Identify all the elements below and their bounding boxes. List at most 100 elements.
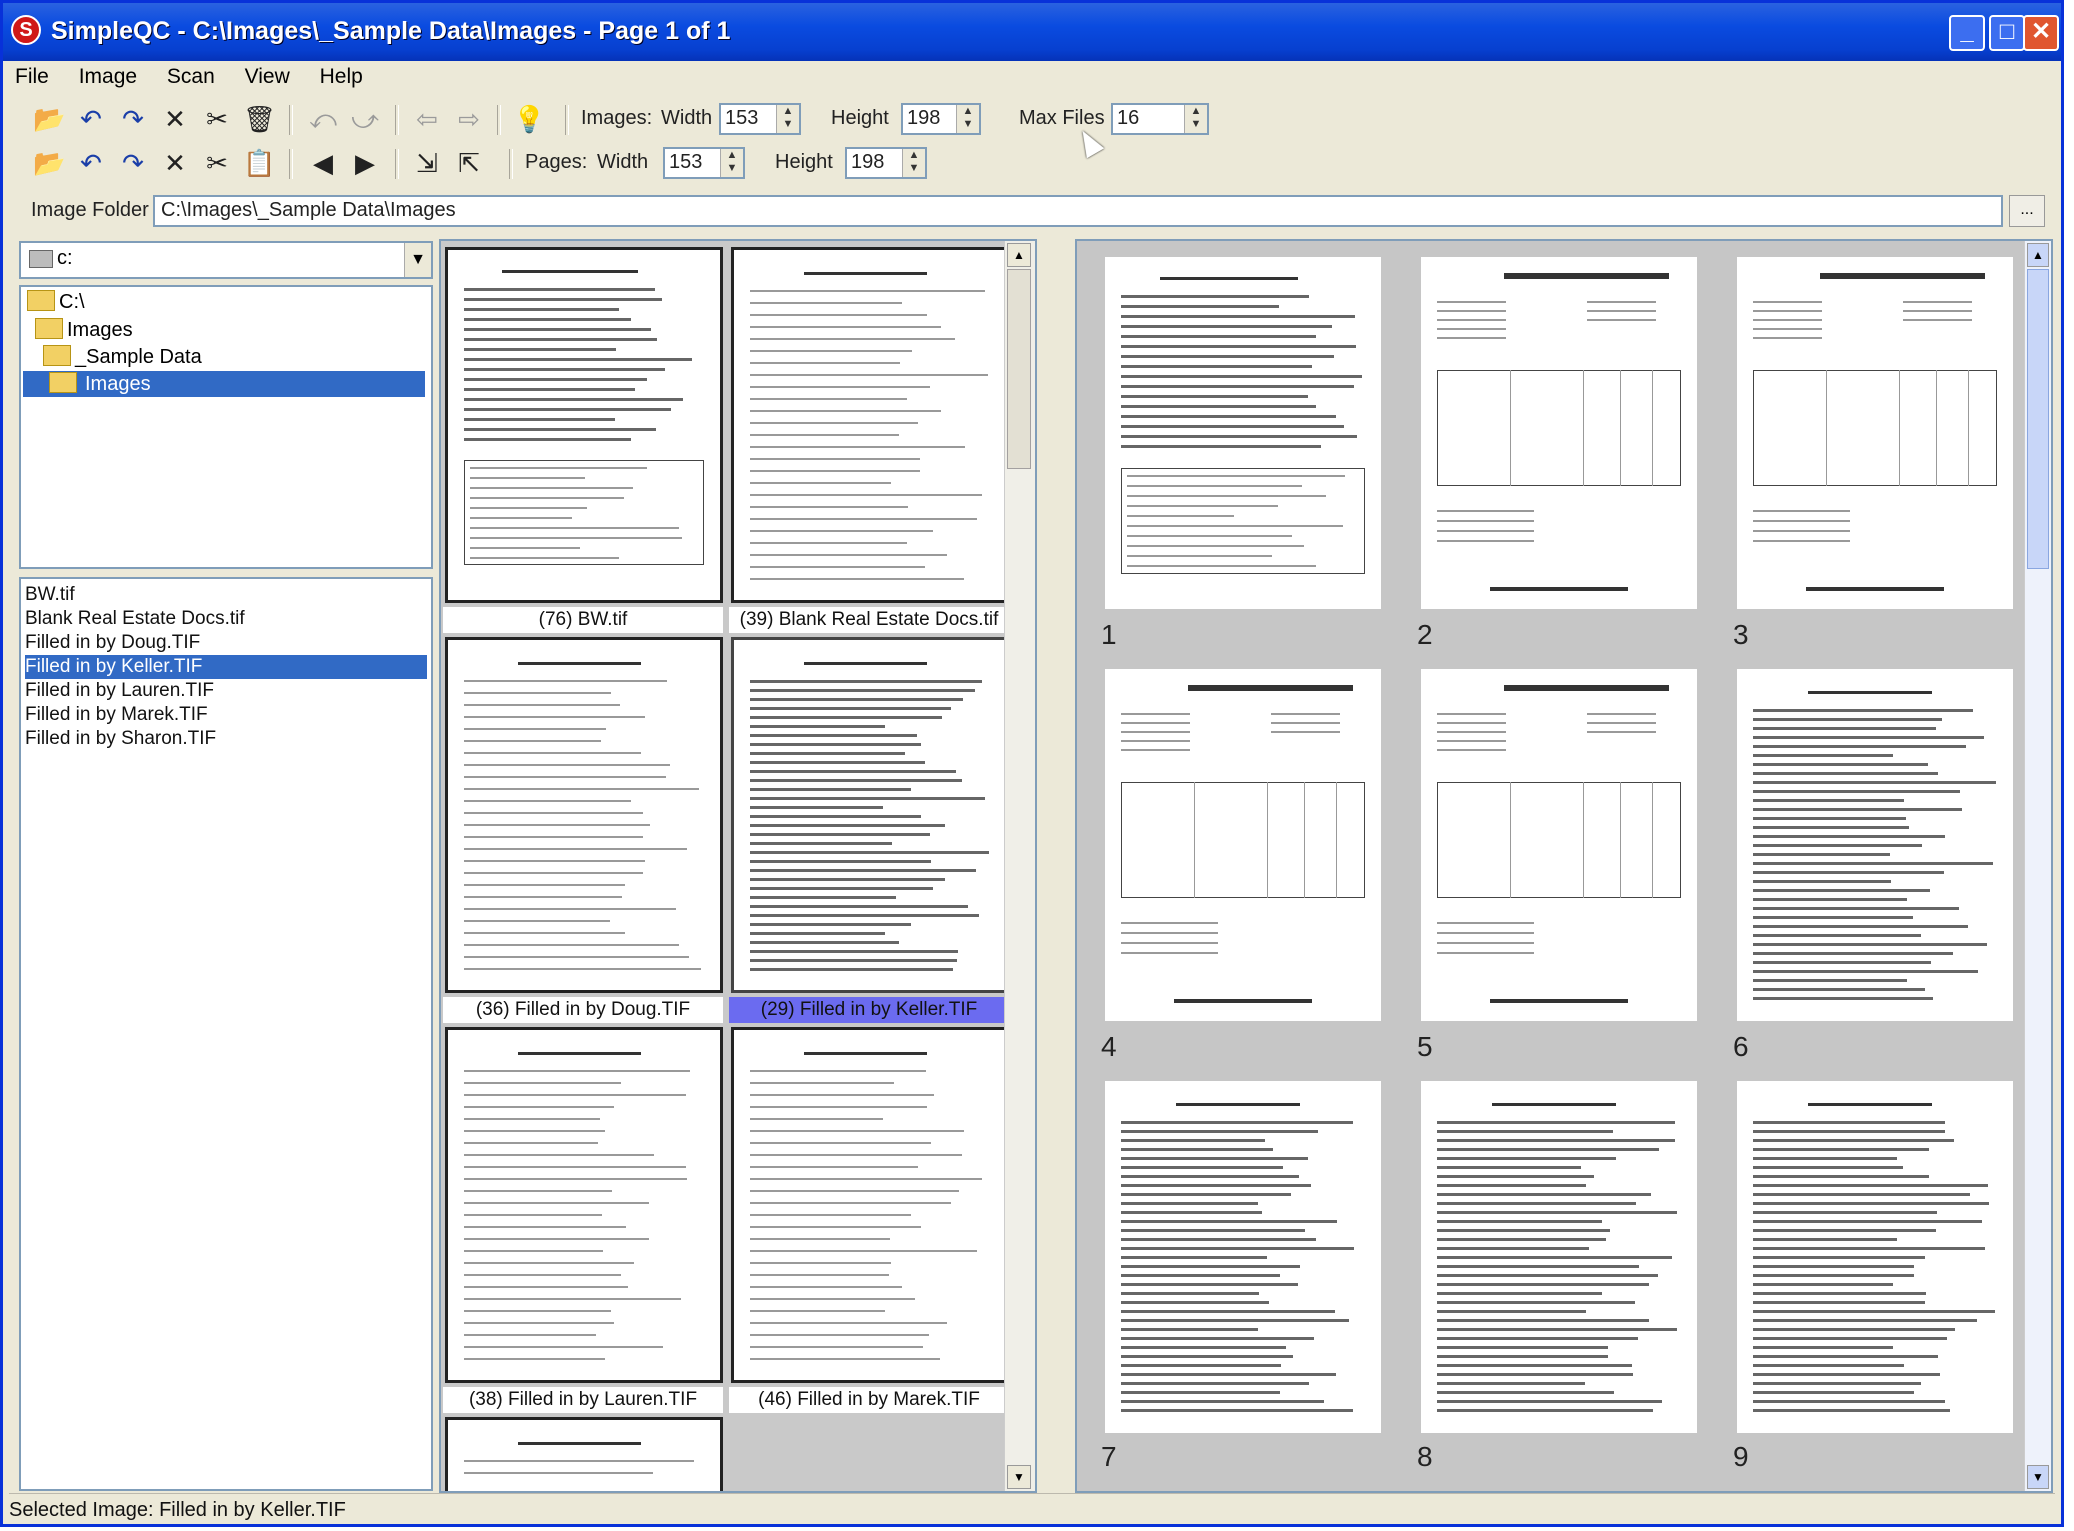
image-folder-input[interactable]: C:\Images\_Sample Data\Images <box>153 195 2003 227</box>
image-thumbnail[interactable] <box>731 247 1009 603</box>
doc-text-line <box>464 1166 686 1168</box>
maximize-button[interactable]: □ <box>1989 15 2025 51</box>
delete-page-icon[interactable]: ✕ <box>159 147 191 179</box>
file-item-selected[interactable]: Filled in by Keller.TIF <box>25 655 427 679</box>
doc-text-line <box>1121 1238 1316 1241</box>
doc-text-line <box>750 1262 891 1264</box>
images-width-spinner[interactable]: 153 ▲ ▼ <box>719 103 801 135</box>
page-thumbnail[interactable] <box>1421 669 1697 1021</box>
cut-icon[interactable]: ✂ <box>201 103 233 135</box>
trash-icon[interactable]: 🗑 <box>243 103 276 135</box>
page-thumbnail[interactable] <box>1737 1081 2013 1433</box>
scroll-up-icon[interactable]: ▲ <box>1007 243 1031 267</box>
spinner-arrows-icon[interactable]: ▲ ▼ <box>720 149 743 177</box>
title-bar[interactable]: S SimpleQC - C:\Images\_Sample Data\Imag… <box>3 3 2061 61</box>
scrollbar-thumb[interactable] <box>2027 269 2049 569</box>
open-pages-icon[interactable]: 📂 <box>33 147 65 179</box>
image-thumbnail[interactable] <box>731 1027 1009 1383</box>
menu-help[interactable]: Help <box>308 61 375 97</box>
forward-arrow-icon[interactable]: ⇨ <box>453 103 485 135</box>
doc-table-column <box>1936 369 1937 486</box>
move-left-icon[interactable]: ◀ <box>307 147 339 179</box>
delete-icon[interactable]: ✕ <box>159 103 191 135</box>
doc-text-line <box>750 707 952 710</box>
page-number: 3 <box>1733 619 1749 650</box>
image-thumbnail[interactable] <box>445 637 723 993</box>
menu-view[interactable]: View <box>233 61 302 97</box>
thumbnail-scrollbar[interactable]: ▲ ▼ <box>1004 241 1035 1491</box>
redo-page-icon[interactable]: ↷ <box>117 147 149 179</box>
pages-width-spinner[interactable]: 153 ▲ ▼ <box>663 147 745 179</box>
doc-text-line <box>464 318 632 321</box>
chevron-down-icon[interactable]: ▼ <box>404 243 431 277</box>
page-thumbnail[interactable] <box>1421 1081 1697 1433</box>
undo-icon[interactable]: ↶ <box>75 103 107 135</box>
tree-item-images-selected[interactable]: Images <box>23 371 425 397</box>
doc-text-line <box>1753 952 1953 955</box>
page-thumbnail[interactable] <box>1105 669 1381 1021</box>
doc-text-line <box>470 527 679 529</box>
scroll-up-icon[interactable]: ▲ <box>2027 243 2049 267</box>
close-button[interactable]: ✕ <box>2023 15 2059 51</box>
doc-text-line <box>750 968 954 971</box>
split-icon[interactable]: ⇲ <box>411 147 443 179</box>
cut-page-icon[interactable]: ✂ <box>201 147 233 179</box>
paste-page-icon[interactable]: 📋 <box>243 147 275 179</box>
move-right-icon[interactable]: ▶ <box>349 147 381 179</box>
doc-text-line <box>1753 727 1936 730</box>
rotate-right-icon[interactable]: ⤻ <box>349 103 381 135</box>
scroll-down-icon[interactable]: ▼ <box>2027 1465 2049 1489</box>
doc-text-line <box>1753 1409 1950 1412</box>
file-item[interactable]: Blank Real Estate Docs.tif <box>25 607 427 631</box>
image-thumbnail-partial[interactable] <box>445 1417 723 1491</box>
doc-text-line <box>464 1142 599 1144</box>
image-thumbnail[interactable] <box>445 247 723 603</box>
menu-image[interactable]: Image <box>67 61 149 97</box>
pages-height-spinner[interactable]: 198 ▲ ▼ <box>845 147 927 179</box>
tree-item-images[interactable]: Images <box>35 317 133 343</box>
redo-icon[interactable]: ↷ <box>117 103 149 135</box>
page-scrollbar[interactable]: ▲ ▼ <box>2024 241 2051 1491</box>
file-item[interactable]: Filled in by Marek.TIF <box>25 703 427 727</box>
tree-item-c-root[interactable]: C:\ <box>27 289 85 315</box>
tree-item-sample-data[interactable]: _Sample Data <box>43 344 202 370</box>
menu-file[interactable]: File <box>3 61 61 97</box>
undo-page-icon[interactable]: ↶ <box>75 147 107 179</box>
file-item[interactable]: Filled in by Doug.TIF <box>25 631 427 655</box>
page-thumbnail[interactable] <box>1105 1081 1381 1433</box>
page-thumbnail[interactable] <box>1105 257 1381 609</box>
doc-text-line <box>1753 1355 1938 1358</box>
spinner-arrows-icon[interactable]: ▲ ▼ <box>902 149 925 177</box>
doc-text-line <box>464 1322 614 1324</box>
scroll-down-icon[interactable]: ▼ <box>1007 1465 1031 1489</box>
back-arrow-icon[interactable]: ⇦ <box>411 103 443 135</box>
minimize-button[interactable]: _ <box>1949 15 1985 51</box>
spinner-arrows-icon[interactable]: ▲ ▼ <box>956 105 979 133</box>
page-thumbnail[interactable] <box>1737 257 2013 609</box>
doc-text-line <box>1437 1409 1653 1412</box>
open-folder-icon[interactable]: 📂 <box>33 103 65 135</box>
image-thumbnail-selected[interactable] <box>731 637 1009 993</box>
drive-select[interactable]: c: ▼ <box>19 241 433 279</box>
doc-table-column <box>1651 781 1653 898</box>
doc-text-line <box>1121 922 1218 925</box>
images-height-spinner[interactable]: 198 ▲ ▼ <box>901 103 981 135</box>
file-item[interactable]: Filled in by Lauren.TIF <box>25 679 427 703</box>
scrollbar-thumb[interactable] <box>1007 269 1031 469</box>
file-item[interactable]: Filled in by Sharon.TIF <box>25 727 427 751</box>
page-thumbnail[interactable] <box>1421 257 1697 609</box>
help-bulb-icon[interactable]: 💡 <box>513 103 545 135</box>
doc-text-line <box>1753 880 1892 883</box>
menu-scan[interactable]: Scan <box>155 61 227 97</box>
doc-text-line <box>464 378 648 381</box>
page-thumbnail[interactable] <box>1737 669 2013 1021</box>
file-item[interactable]: BW.tif <box>25 583 427 607</box>
spinner-arrows-icon[interactable]: ▲ ▼ <box>776 105 799 133</box>
spinner-arrows-icon[interactable]: ▲ ▼ <box>1184 105 1207 133</box>
max-files-spinner[interactable]: 16 ▲ ▼ <box>1111 103 1209 135</box>
doc-text-line <box>1121 1328 1259 1331</box>
browse-button[interactable]: ... <box>2009 195 2045 227</box>
image-thumbnail[interactable] <box>445 1027 723 1383</box>
rotate-left-icon[interactable]: ⤺ <box>307 103 339 135</box>
merge-icon[interactable]: ⇱ <box>453 147 485 179</box>
